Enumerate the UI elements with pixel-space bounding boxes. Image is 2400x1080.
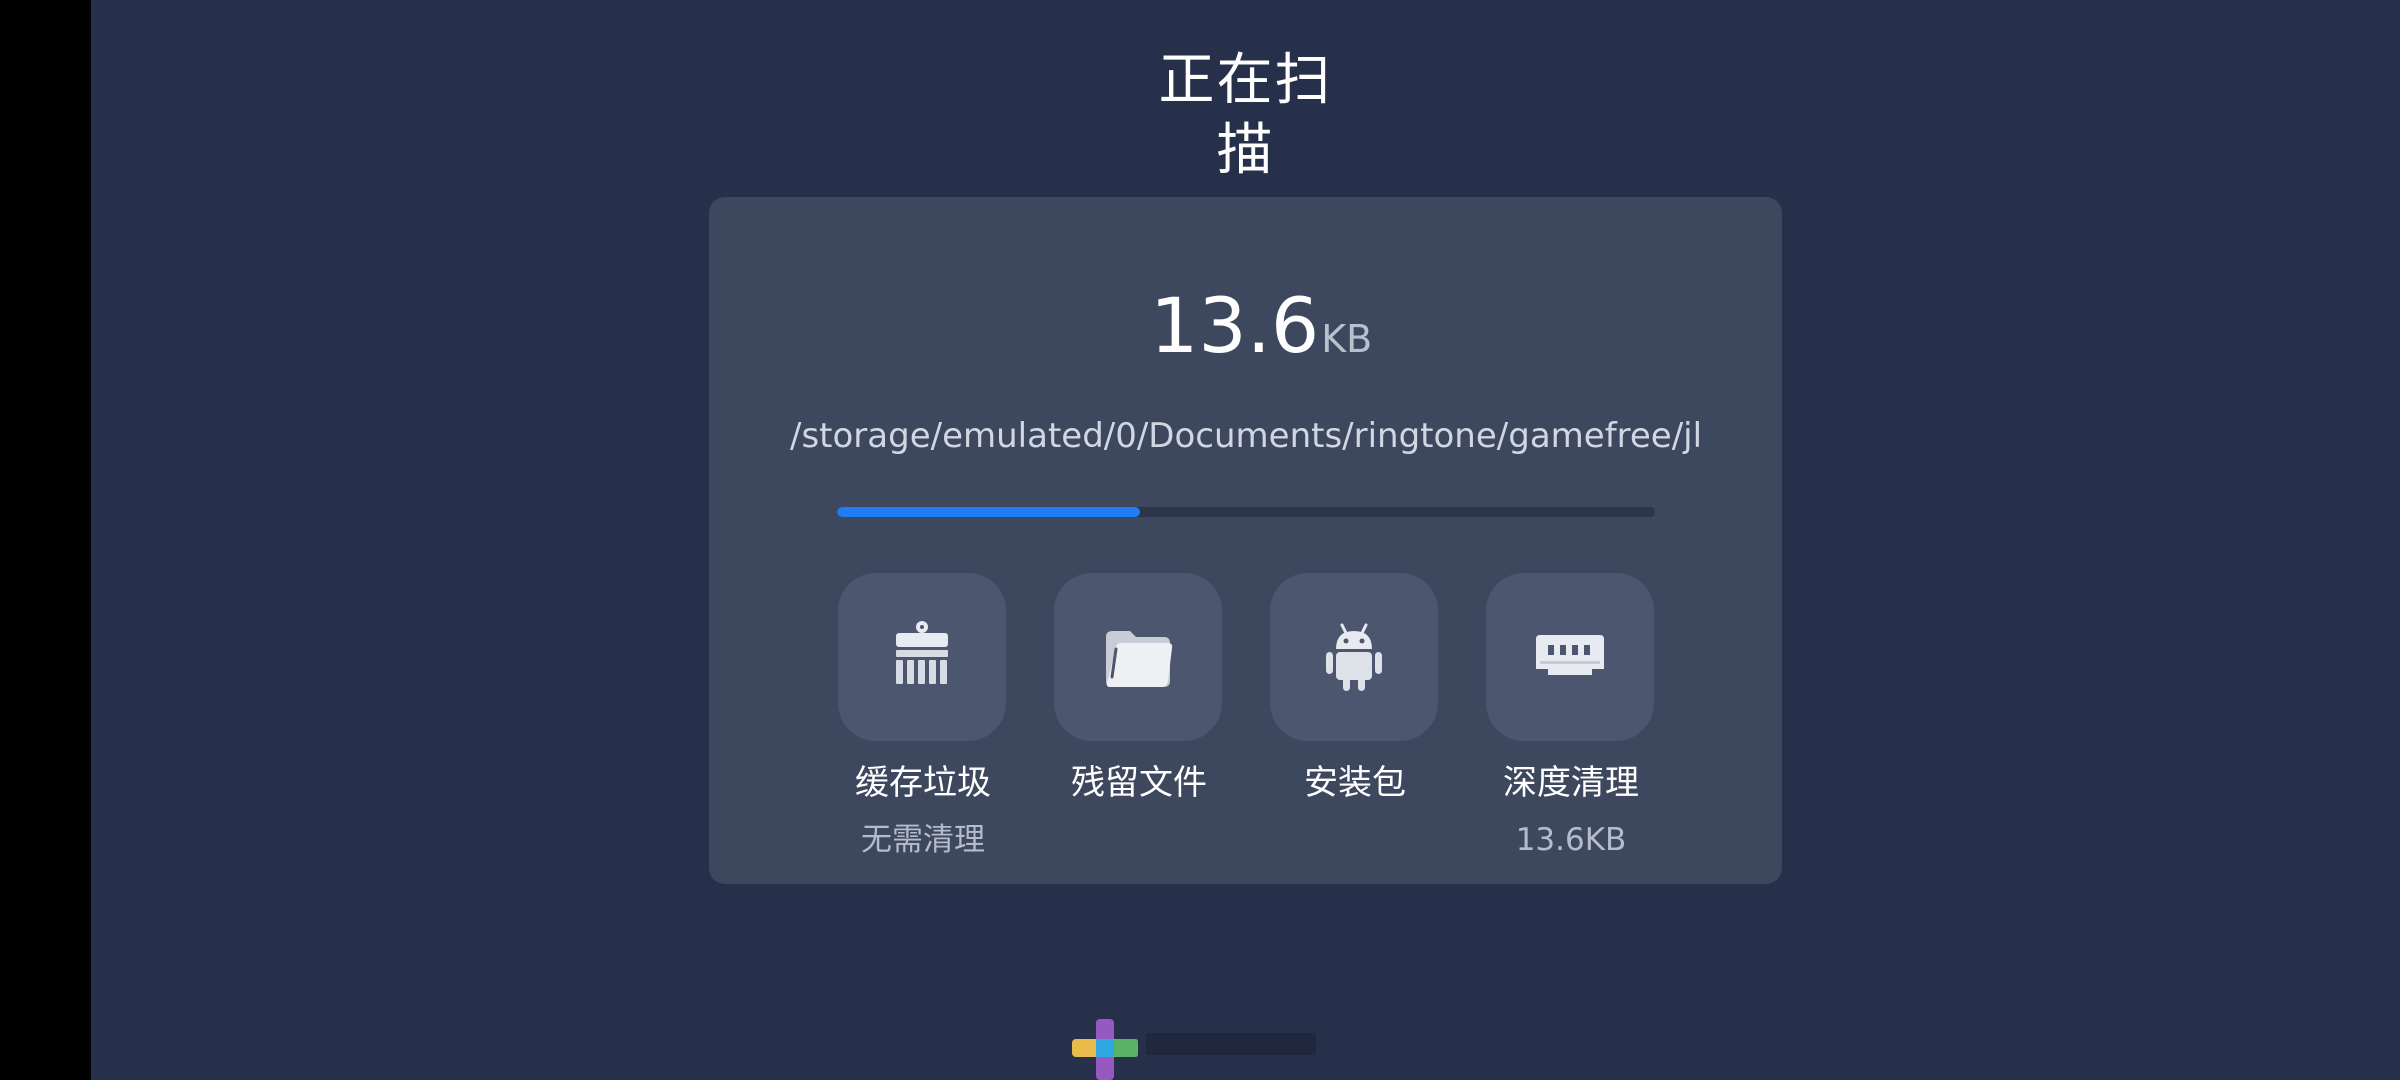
android-icon: [1326, 623, 1382, 691]
brand-logo: [1072, 1019, 1316, 1080]
broom-icon: [896, 621, 948, 684]
scan-progress-bar: [837, 507, 1655, 517]
scan-progress-fill: [837, 507, 1140, 517]
category-status: [1039, 818, 1239, 862]
category-deep-clean[interactable]: 深度清理 13.6KB: [1486, 573, 1656, 873]
category-cache-junk[interactable]: 缓存垃圾 无需清理: [838, 573, 1008, 873]
category-tile[interactable]: [1486, 573, 1654, 741]
category-tile[interactable]: [1270, 573, 1438, 741]
page-title: 正在扫描: [1158, 48, 1333, 183]
folder-icon: [1106, 631, 1173, 687]
current-scan-path: /storage/emulated/0/Documents/ringtone/g…: [790, 416, 1700, 456]
category-label: 深度清理: [1503, 763, 1639, 803]
scanned-size-value: 13.6: [1150, 281, 1320, 370]
category-label: 残留文件: [1071, 763, 1207, 803]
screen: 正在扫描 13.6KB /storage/emulated/0/Document…: [0, 0, 2400, 1080]
category-label: 缓存垃圾: [855, 763, 991, 803]
category-tile[interactable]: [838, 573, 1006, 741]
category-status: 无需清理: [861, 822, 985, 858]
category-install-packages[interactable]: 安装包: [1270, 573, 1440, 873]
scanned-size-unit: KB: [1321, 317, 1373, 361]
category-status: [1255, 818, 1455, 862]
category-residual-files[interactable]: 残留文件: [1054, 573, 1224, 873]
memory-card-icon: [1536, 635, 1604, 675]
scanned-size: 13.6KB: [1150, 281, 1372, 370]
category-tile[interactable]: [1054, 573, 1222, 741]
category-status: 13.6KB: [1515, 822, 1627, 858]
category-label: 安装包: [1304, 763, 1406, 803]
